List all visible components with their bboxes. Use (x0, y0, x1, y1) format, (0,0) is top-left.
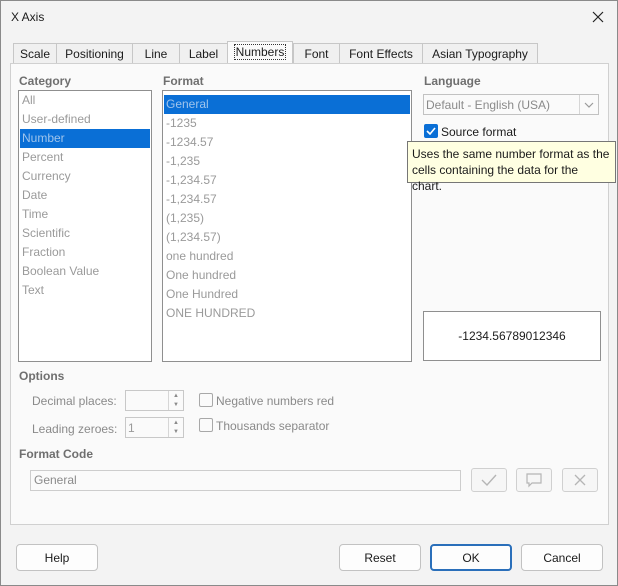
spin-down-icon[interactable]: ▼ (169, 427, 183, 436)
delete-format-button[interactable] (562, 468, 598, 492)
leading-zeroes-spinner[interactable]: 1 ▲ ▼ (125, 417, 184, 438)
format-item[interactable]: -1,234.57 (164, 171, 410, 190)
negative-red-checkbox[interactable] (199, 393, 213, 407)
comment-icon (526, 472, 542, 487)
tab-numbers-label: Numbers (233, 44, 287, 60)
tab-font[interactable]: Font (293, 43, 340, 64)
cancel-button-label: Cancel (543, 550, 581, 565)
category-item-time[interactable]: Time (20, 205, 150, 224)
thousands-separator-checkbox[interactable] (199, 418, 213, 432)
format-item[interactable]: -1235 (164, 114, 410, 133)
negative-red-label[interactable]: Negative numbers red (216, 394, 334, 408)
close-button[interactable] (585, 4, 611, 30)
tab-numbers[interactable]: Numbers (227, 41, 293, 64)
help-button-label: Help (44, 550, 70, 565)
category-item-percent[interactable]: Percent (20, 148, 150, 167)
format-item[interactable]: one hundred (164, 247, 410, 266)
ok-button-label: OK (462, 550, 480, 565)
language-value: Default - English (USA) (426, 98, 551, 112)
ok-button[interactable]: OK (430, 544, 512, 571)
format-code-title: Format Code (19, 447, 94, 461)
format-item[interactable]: (1,234.57) (164, 228, 410, 247)
source-format-label[interactable]: Source format (441, 125, 516, 139)
source-format-checkbox[interactable] (424, 124, 438, 138)
category-item-scientific[interactable]: Scientific (20, 224, 150, 243)
tab-positioning[interactable]: Positioning (56, 43, 133, 64)
preview-value: -1234.56789012346 (458, 329, 566, 343)
format-item[interactable]: General (164, 95, 410, 114)
format-list[interactable]: General -1235 -1234.57 -1,235 -1,234.57 … (162, 90, 412, 362)
checkmark-icon (481, 474, 497, 486)
help-button[interactable]: Help (16, 544, 98, 571)
window-title: X Axis (11, 10, 45, 24)
add-comment-button[interactable] (516, 468, 552, 492)
category-item-user-defined[interactable]: User-defined (20, 110, 150, 129)
dialog-window: X Axis Scale Positioning Line Label Numb… (0, 0, 618, 586)
cancel-button[interactable]: Cancel (521, 544, 603, 571)
language-select[interactable]: Default - English (USA) (423, 94, 599, 115)
options-title: Options (19, 369, 65, 383)
decimal-places-label: Decimal places: (32, 394, 117, 408)
close-icon (592, 11, 604, 23)
tab-font-effects[interactable]: Font Effects (339, 43, 423, 64)
spin-up-icon[interactable]: ▲ (169, 391, 183, 400)
tab-asian-typography[interactable]: Asian Typography (422, 43, 538, 64)
reset-button[interactable]: Reset (339, 544, 421, 571)
apply-format-button[interactable] (471, 468, 507, 492)
spin-up-icon[interactable]: ▲ (169, 418, 183, 427)
format-code-input[interactable]: General (30, 470, 461, 491)
category-item-all[interactable]: All (20, 91, 150, 110)
category-item-fraction[interactable]: Fraction (20, 243, 150, 262)
category-list[interactable]: All User-defined Number Percent Currency… (18, 90, 152, 362)
chevron-down-icon[interactable] (579, 95, 598, 114)
delete-icon (574, 474, 586, 486)
source-format-tooltip: Uses the same number format as the cells… (407, 141, 616, 193)
format-title: Format (163, 74, 204, 88)
leading-zeroes-value: 1 (128, 421, 135, 435)
format-item[interactable]: One Hundred (164, 285, 410, 304)
format-item[interactable]: ONE HUNDRED (164, 304, 410, 323)
tab-line[interactable]: Line (132, 43, 180, 64)
format-item[interactable]: -1234.57 (164, 133, 410, 152)
leading-zeroes-label: Leading zeroes: (32, 422, 118, 436)
tab-scale[interactable]: Scale (13, 43, 57, 64)
format-preview: -1234.56789012346 (423, 311, 601, 361)
checkmark-icon (426, 127, 436, 135)
category-item-currency[interactable]: Currency (20, 167, 150, 186)
category-item-date[interactable]: Date (20, 186, 150, 205)
format-item[interactable]: -1,235 (164, 152, 410, 171)
decimal-places-spinner[interactable]: ▲ ▼ (125, 390, 184, 411)
language-title: Language (424, 74, 481, 88)
category-title: Category (19, 74, 72, 88)
reset-button-label: Reset (364, 550, 396, 565)
category-item-number[interactable]: Number (20, 129, 150, 148)
format-item[interactable]: (1,235) (164, 209, 410, 228)
thousands-separator-label[interactable]: Thousands separator (216, 419, 329, 433)
format-item[interactable]: -1,234.57 (164, 190, 410, 209)
format-code-value: General (34, 473, 77, 487)
format-item[interactable]: One hundred (164, 266, 410, 285)
category-item-text[interactable]: Text (20, 281, 150, 300)
spin-down-icon[interactable]: ▼ (169, 400, 183, 409)
tab-label[interactable]: Label (179, 43, 228, 64)
category-item-boolean-value[interactable]: Boolean Value (20, 262, 150, 281)
title-bar: X Axis (1, 1, 617, 33)
